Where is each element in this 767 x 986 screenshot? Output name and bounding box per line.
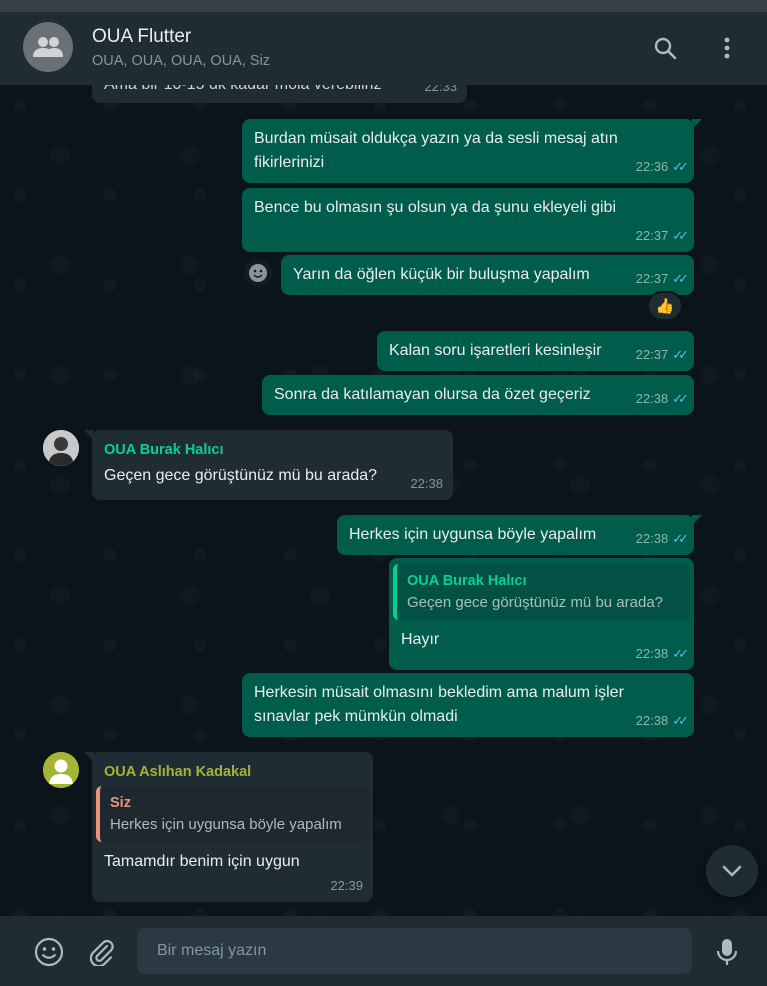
message-incoming[interactable]: Ama bir 10-15 dk kadar mola verebiliriz … bbox=[92, 85, 467, 103]
quoted-message[interactable]: Siz Herkes için uygunsa böyle yapalım bbox=[96, 786, 369, 842]
message-text: Geçen gece görüştünüz mü bu arada? bbox=[104, 467, 378, 484]
read-ticks-icon: ✓✓ bbox=[672, 391, 689, 406]
message-time: 22:37 ✓✓ bbox=[636, 224, 689, 248]
message-text: Ama bir 10-15 dk kadar mola verebiliriz bbox=[104, 85, 381, 93]
message-time: 22:36 ✓✓ bbox=[636, 155, 689, 179]
message-time: 22:39 bbox=[330, 878, 363, 893]
message-text: Kalan soru işaretleri kesinleşir bbox=[389, 342, 602, 359]
message-text: Burdan müsait oldukça yazın ya da sesli … bbox=[254, 130, 618, 171]
message-outgoing[interactable]: Burdan müsait oldukça yazın ya da sesli … bbox=[242, 119, 702, 183]
chat-header[interactable]: OUA Flutter OUA, OUA, OUA, OUA, Siz bbox=[0, 12, 767, 85]
avatar-burak[interactable] bbox=[43, 430, 79, 466]
message-text: Hayır bbox=[401, 631, 440, 648]
chevron-down-icon bbox=[722, 865, 742, 877]
group-avatar[interactable] bbox=[23, 22, 73, 72]
read-ticks-icon: ✓✓ bbox=[672, 713, 689, 728]
message-text: Herkesin müsait olmasını bekledim ama ma… bbox=[254, 684, 624, 725]
message-outgoing[interactable]: Herkes için uygunsa böyle yapalım 22:38 ✓… bbox=[337, 515, 702, 555]
message-text: Bence bu olmasın şu olsun ya da şunu ekl… bbox=[254, 199, 616, 216]
chat-participants: OUA, OUA, OUA, OUA, Siz bbox=[92, 53, 271, 69]
message-time: 22:38 ✓✓ bbox=[636, 527, 689, 551]
chat-title[interactable]: OUA Flutter bbox=[92, 26, 191, 48]
message-outgoing[interactable]: Yarın da öğlen küçük bir buluşma yapalım… bbox=[281, 255, 694, 295]
more-vertical-icon[interactable] bbox=[713, 34, 741, 62]
read-ticks-icon: ✓✓ bbox=[672, 347, 689, 362]
message-text: Sonra da katılamayan olursa da özet geçe… bbox=[274, 386, 591, 403]
quoted-text: Herkes için uygunsa böyle yapalım bbox=[110, 816, 342, 833]
message-time: 22:38 ✓✓ bbox=[636, 387, 689, 411]
group-icon bbox=[33, 37, 63, 57]
message-outgoing-reply[interactable]: OUA Burak Halıcı Geçen gece görüştünüz m… bbox=[389, 558, 694, 670]
read-ticks-icon: ✓✓ bbox=[672, 228, 689, 243]
read-ticks-icon: ✓✓ bbox=[672, 646, 689, 661]
quoted-message[interactable]: OUA Burak Halıcı Geçen gece görüştünüz m… bbox=[393, 564, 690, 620]
scroll-to-bottom-button[interactable] bbox=[706, 845, 758, 897]
quoted-sender: OUA Burak Halıcı bbox=[407, 573, 527, 589]
message-incoming-reply[interactable]: OUA Aslıhan Kadakal Siz Herkes için uygu… bbox=[84, 752, 373, 902]
message-time: 22:38 ✓✓ bbox=[636, 709, 689, 733]
read-ticks-icon: ✓✓ bbox=[672, 159, 689, 174]
message-time: 22:38 bbox=[410, 476, 443, 491]
message-input[interactable] bbox=[137, 928, 692, 974]
message-text: Tamamdır benim için uygun bbox=[104, 853, 300, 870]
message-outgoing[interactable]: Bence bu olmasın şu olsun ya da şunu ekl… bbox=[242, 188, 694, 252]
emoji-icon[interactable] bbox=[34, 937, 64, 967]
quoted-text: Geçen gece görüştünüz mü bu arada? bbox=[407, 594, 664, 611]
read-ticks-icon: ✓✓ bbox=[672, 531, 689, 546]
reaction-smiley-icon[interactable] bbox=[244, 259, 272, 287]
microphone-icon[interactable] bbox=[712, 937, 742, 967]
avatar-aslihan[interactable] bbox=[43, 752, 79, 788]
message-outgoing[interactable]: Kalan soru işaretleri kesinleşir 22:37 ✓✓ bbox=[377, 331, 694, 371]
sender-name[interactable]: OUA Aslıhan Kadakal bbox=[96, 760, 369, 784]
paperclip-icon[interactable] bbox=[86, 937, 116, 967]
quoted-sender: Siz bbox=[110, 795, 131, 811]
read-ticks-icon: ✓✓ bbox=[672, 271, 689, 286]
message-time: 22:38 ✓✓ bbox=[636, 642, 689, 666]
message-text: Herkes için uygunsa böyle yapalım bbox=[349, 526, 597, 543]
search-icon[interactable] bbox=[651, 34, 679, 62]
sender-name[interactable]: OUA Burak Halıcı bbox=[104, 438, 441, 462]
message-list[interactable]: Ama bir 10-15 dk kadar mola verebiliriz … bbox=[0, 85, 767, 916]
message-outgoing[interactable]: Sonra da katılamayan olursa da özet geçe… bbox=[262, 375, 694, 415]
thumbs-up-reaction[interactable]: 👍 bbox=[647, 291, 683, 321]
message-text: Yarın da öğlen küçük bir buluşma yapalım bbox=[293, 266, 590, 283]
composer-bar bbox=[0, 916, 767, 986]
message-outgoing[interactable]: Herkesin müsait olmasını bekledim ama ma… bbox=[242, 673, 694, 737]
message-time: 22:33 bbox=[424, 85, 457, 94]
window-top-strip bbox=[0, 0, 767, 12]
message-time: 22:37 ✓✓ bbox=[636, 343, 689, 367]
message-incoming[interactable]: OUA Burak Halıcı Geçen gece görüştünüz m… bbox=[84, 430, 453, 500]
message-time: 22:37 ✓✓ bbox=[636, 267, 689, 291]
